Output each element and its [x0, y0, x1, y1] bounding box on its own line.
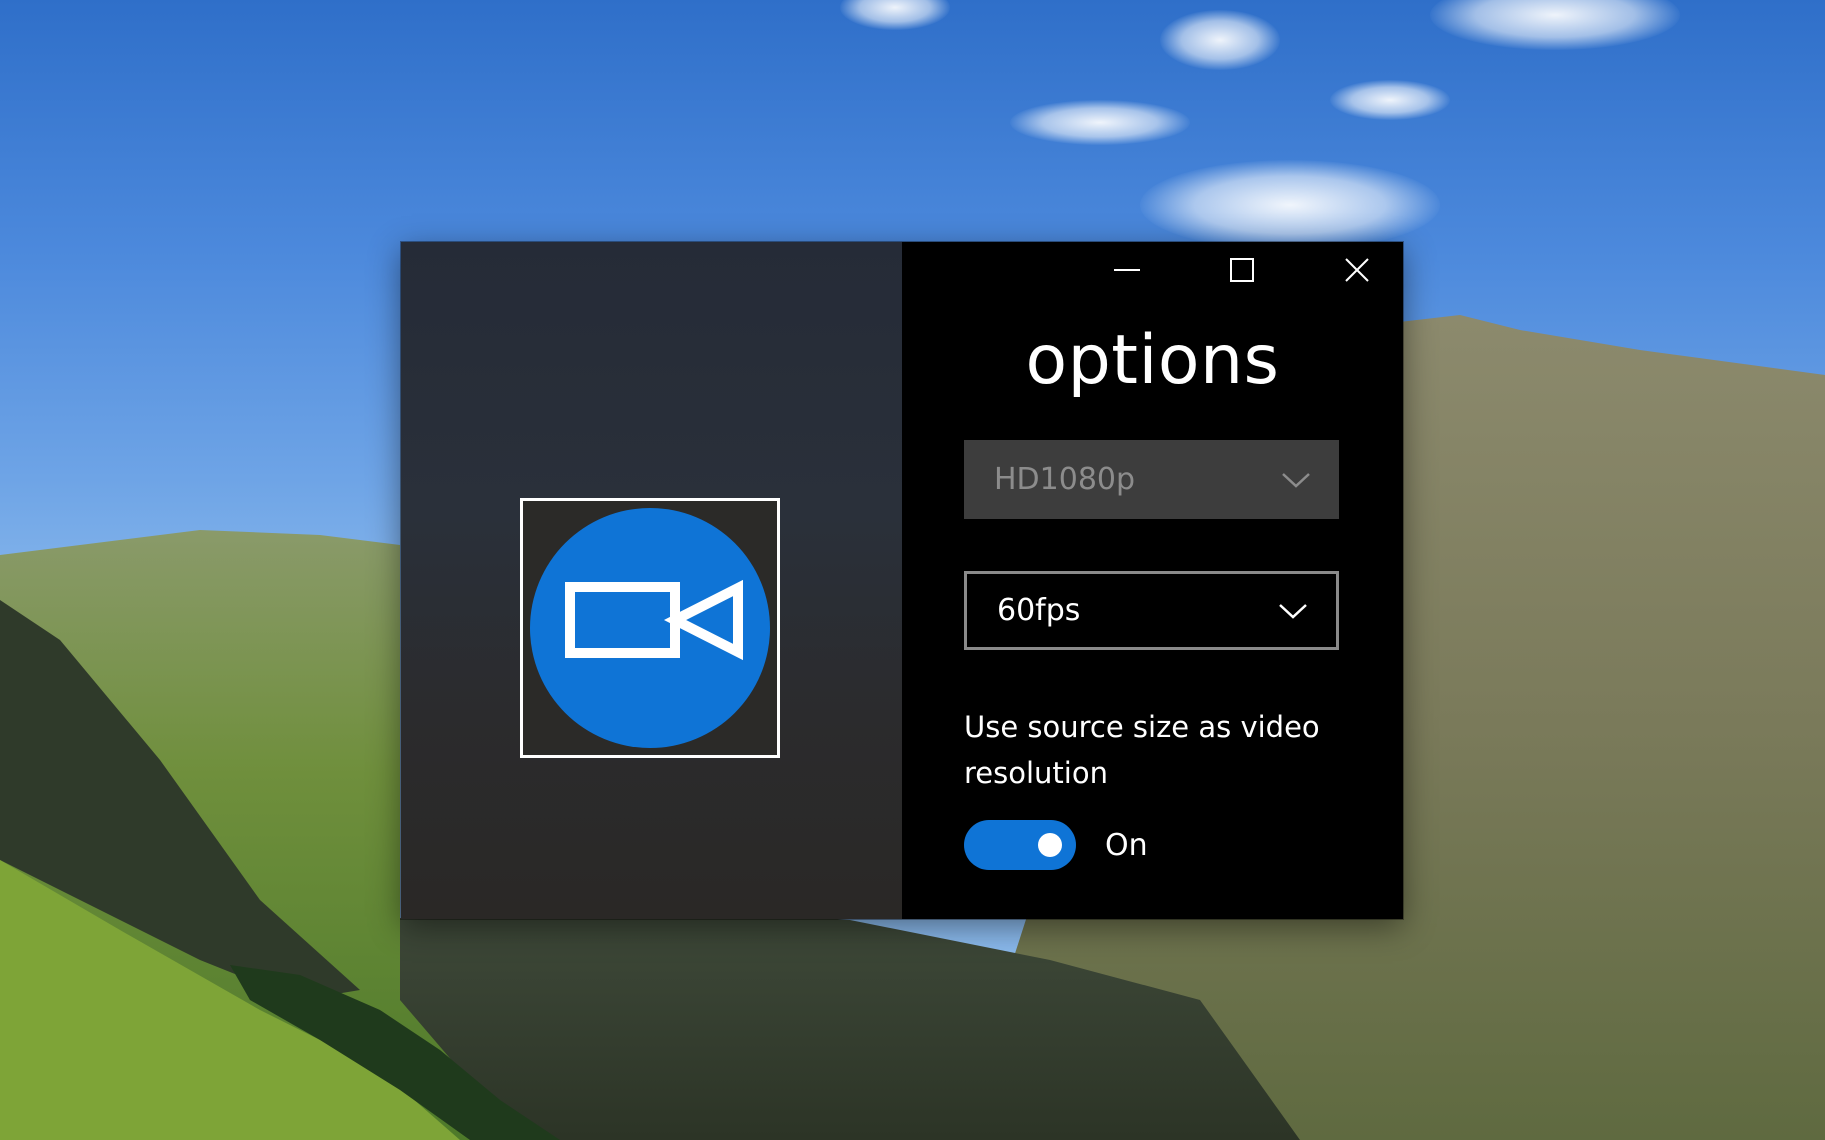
app-logo	[530, 508, 770, 748]
maximize-icon	[1230, 258, 1254, 282]
fps-dropdown[interactable]: 60fps	[964, 571, 1339, 650]
options-pane: options HD1080p 60fps Use source size as…	[902, 242, 1403, 919]
minimize-icon	[1114, 269, 1140, 271]
resolution-dropdown-value: HD1080p	[994, 462, 1136, 497]
close-icon	[1345, 258, 1369, 282]
source-size-toggle[interactable]	[964, 820, 1076, 870]
video-camera-icon	[565, 579, 743, 661]
chevron-down-icon	[1279, 603, 1307, 619]
page-title: options	[1025, 321, 1280, 400]
chevron-down-icon	[1282, 472, 1310, 488]
app-branding-pane	[401, 242, 902, 919]
resolution-dropdown[interactable]: HD1080p	[964, 440, 1339, 519]
source-size-toggle-label: Use source size as video resolution	[964, 710, 1320, 790]
maximize-button[interactable]	[1202, 242, 1282, 298]
close-button[interactable]	[1317, 242, 1397, 298]
toggle-state-text: On	[1105, 828, 1148, 863]
app-logo-focus-frame[interactable]	[520, 498, 780, 758]
options-window: options HD1080p 60fps Use source size as…	[401, 242, 1403, 919]
toggle-knob	[1038, 833, 1062, 857]
minimize-button[interactable]	[1087, 242, 1167, 298]
fps-dropdown-value: 60fps	[997, 593, 1081, 628]
